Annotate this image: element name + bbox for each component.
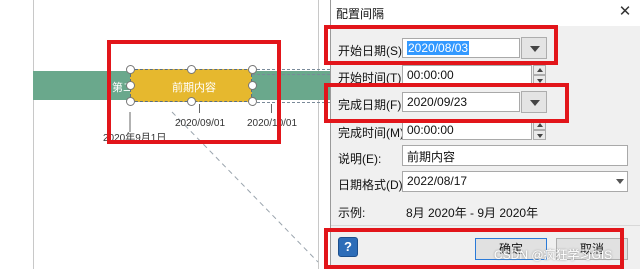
chevron-down-icon[interactable] (613, 171, 627, 191)
example-label: 示例: (338, 206, 366, 220)
description-input[interactable]: 前期内容 (402, 145, 628, 166)
finish-time-spinner[interactable] (533, 120, 546, 140)
highlight-box (107, 40, 281, 144)
start-time-input[interactable]: 00:00:00 (402, 65, 532, 85)
example-value: 8月 2020年 - 9月 2020年 (406, 206, 539, 220)
highlight-box (324, 25, 558, 65)
date-format-select[interactable]: 2022/08/17 (402, 171, 628, 192)
dialog-title-bar: 配置间隔 ✕ (331, 0, 640, 26)
timeline-canvas: 第二季度 前期内容 2020/09/01 2020/10/01 2020年9月1… (0, 0, 330, 269)
spin-down-icon[interactable] (533, 130, 546, 140)
description-label: 说明(E): (338, 152, 382, 166)
start-time-spinner[interactable] (533, 65, 546, 85)
watermark-text: CSDN @疯狂学习GIS (494, 248, 613, 262)
finish-time-input[interactable]: 00:00:00 (402, 120, 532, 140)
footer-divider (331, 225, 640, 226)
close-icon[interactable]: ✕ (615, 2, 635, 22)
date-format-label: 日期格式(D): (338, 178, 406, 192)
spin-up-icon[interactable] (533, 65, 546, 75)
highlight-box (324, 83, 569, 123)
finish-time-label: 完成时间(M): (338, 126, 408, 140)
dialog-title: 配置间隔 (336, 7, 385, 21)
